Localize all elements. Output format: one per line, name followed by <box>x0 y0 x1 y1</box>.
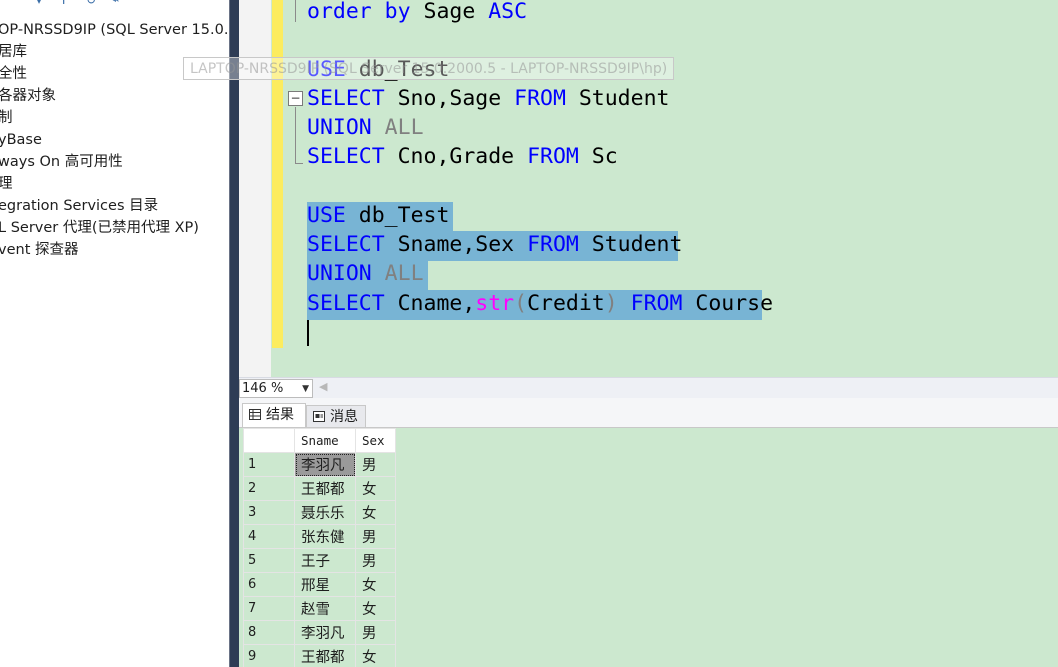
cell-sex[interactable]: 男 <box>355 548 396 573</box>
cell-sex[interactable]: 女 <box>355 572 396 597</box>
refresh-icon[interactable]: ↻ <box>86 0 96 6</box>
cell-sex[interactable]: 女 <box>355 596 396 621</box>
tree-node-always-on[interactable]: ways On 高可用性 <box>0 152 123 172</box>
cell-sname[interactable]: 聂乐乐 <box>294 500 356 525</box>
tree-node-management[interactable]: 理 <box>0 174 13 194</box>
row-number[interactable]: 8 <box>243 620 295 645</box>
table-row[interactable]: 7 赵雪女 <box>243 596 396 621</box>
grid-header-row: Sname Sex <box>243 428 396 453</box>
table-row[interactable]: 1 李羽凡男 <box>243 452 396 477</box>
row-number[interactable]: 7 <box>243 596 295 621</box>
results-tabbar: 结果 消息 <box>239 398 1058 428</box>
results-grid-area: Sname Sex 1 李羽凡男 2 王都都女 3 聂乐乐女 4 张东健男 5 王子男 6… <box>239 428 1058 667</box>
fold-line <box>295 0 296 22</box>
panel-splitter[interactable] <box>229 0 239 667</box>
tab-messages-label: 消息 <box>330 409 358 425</box>
tree-node-server[interactable]: OP-NRSSD9IP (SQL Server 15.0.2 <box>0 20 229 40</box>
editor-status-bar: 146 % ▼ ◀ <box>239 377 1058 398</box>
grid-corner[interactable] <box>243 428 295 453</box>
filter-icon[interactable]: Y <box>60 0 67 6</box>
tree-node-integration-services[interactable]: egration Services 目录 <box>0 196 158 216</box>
tree-node-polybase[interactable]: yBase <box>0 130 42 150</box>
code-line-1[interactable]: order by Sage ASC <box>307 0 527 26</box>
row-number[interactable]: 5 <box>243 548 295 573</box>
tree-node-replication[interactable]: 制 <box>0 108 13 128</box>
tree-node-xevent-profiler[interactable]: vent 探查器 <box>0 240 79 260</box>
table-row[interactable]: 8 李羽凡男 <box>243 620 396 645</box>
zoom-value: 146 % <box>242 381 284 396</box>
tree-node-server-objects[interactable]: 各器对象 <box>0 86 56 106</box>
tab-results[interactable]: 结果 <box>242 403 306 427</box>
cell-sname[interactable]: 王都都 <box>294 476 356 501</box>
tree-node-databases[interactable]: 居库 <box>0 42 27 62</box>
tab-results-label: 结果 <box>266 407 294 423</box>
column-header-sname[interactable]: Sname <box>294 428 356 453</box>
code-line-8[interactable]: UNION ALL <box>307 260 424 288</box>
cell-sex[interactable]: 男 <box>355 452 396 477</box>
tree-node-security[interactable]: 全性 <box>0 64 27 84</box>
text-caret <box>307 320 309 346</box>
explorer-toolbar: ▾ Y ↻ ⌁ <box>0 0 229 8</box>
table-row[interactable]: 6 邢星女 <box>243 572 396 597</box>
row-number[interactable]: 6 <box>243 572 295 597</box>
code-line-5[interactable]: SELECT Cno,Grade FROM Sc <box>307 143 618 171</box>
fold-end <box>295 163 303 164</box>
cell-sname[interactable]: 王子 <box>294 548 356 573</box>
tab-messages[interactable]: 消息 <box>306 405 366 427</box>
code-line-9[interactable]: SELECT Cname,str(Credit) FROM Course <box>307 290 773 318</box>
cell-sex[interactable]: 男 <box>355 524 396 549</box>
connection-tooltip: LAPTOP-NRSSD9IP (SQL Server 15.0.2000.5 … <box>183 57 675 80</box>
code-line-7[interactable]: SELECT Sname,Sex FROM Student <box>307 231 682 259</box>
cell-sex[interactable]: 女 <box>355 500 396 525</box>
row-number[interactable]: 1 <box>243 452 295 477</box>
row-number[interactable]: 2 <box>243 476 295 501</box>
results-grid[interactable]: Sname Sex 1 李羽凡男 2 王都都女 3 聂乐乐女 4 张东健男 5 王子男 6… <box>243 428 396 667</box>
row-number[interactable]: 9 <box>243 644 295 667</box>
connect-icon[interactable]: ▾ <box>36 0 42 6</box>
change-tracking-bar <box>272 0 283 348</box>
grid-icon <box>249 409 261 420</box>
cell-sex[interactable]: 女 <box>355 644 396 667</box>
collapse-icon[interactable]: − <box>288 91 303 106</box>
cell-sex[interactable]: 男 <box>355 620 396 645</box>
table-row[interactable]: 9 王都都女 <box>243 644 396 667</box>
cell-sex[interactable]: 女 <box>355 476 396 501</box>
table-row[interactable]: 5 王子男 <box>243 548 396 573</box>
scroll-left-icon[interactable]: ◀ <box>319 380 327 393</box>
tree-node-sql-agent[interactable]: L Server 代理(已禁用代理 XP) <box>0 218 199 238</box>
cell-sname[interactable]: 李羽凡 <box>294 620 356 645</box>
code-line-3[interactable]: SELECT Sno,Sage FROM Student <box>307 85 669 113</box>
column-header-sex[interactable]: Sex <box>355 428 396 453</box>
chevron-down-icon: ▼ <box>302 384 309 394</box>
code-line-4[interactable]: UNION ALL <box>307 114 424 142</box>
code-line-6[interactable]: USE db_Test <box>307 202 449 230</box>
cell-sname[interactable]: 赵雪 <box>294 596 356 621</box>
message-icon <box>313 411 325 422</box>
activity-icon[interactable]: ⌁ <box>112 0 119 6</box>
table-row[interactable]: 3 聂乐乐女 <box>243 500 396 525</box>
row-number[interactable]: 3 <box>243 500 295 525</box>
row-number[interactable]: 4 <box>243 524 295 549</box>
table-row[interactable]: 2 王都都女 <box>243 476 396 501</box>
table-row[interactable]: 4 张东健男 <box>243 524 396 549</box>
fold-line <box>295 107 296 163</box>
zoom-dropdown[interactable]: 146 % ▼ <box>239 379 313 398</box>
cell-sname[interactable]: 王都都 <box>294 644 356 667</box>
object-explorer: ▾ Y ↻ ⌁ OP-NRSSD9IP (SQL Server 15.0.2 居… <box>0 0 229 667</box>
cell-sname[interactable]: 邢星 <box>294 572 356 597</box>
cell-sname[interactable]: 张东健 <box>294 524 356 549</box>
cell-sname[interactable]: 李羽凡 <box>294 452 356 477</box>
